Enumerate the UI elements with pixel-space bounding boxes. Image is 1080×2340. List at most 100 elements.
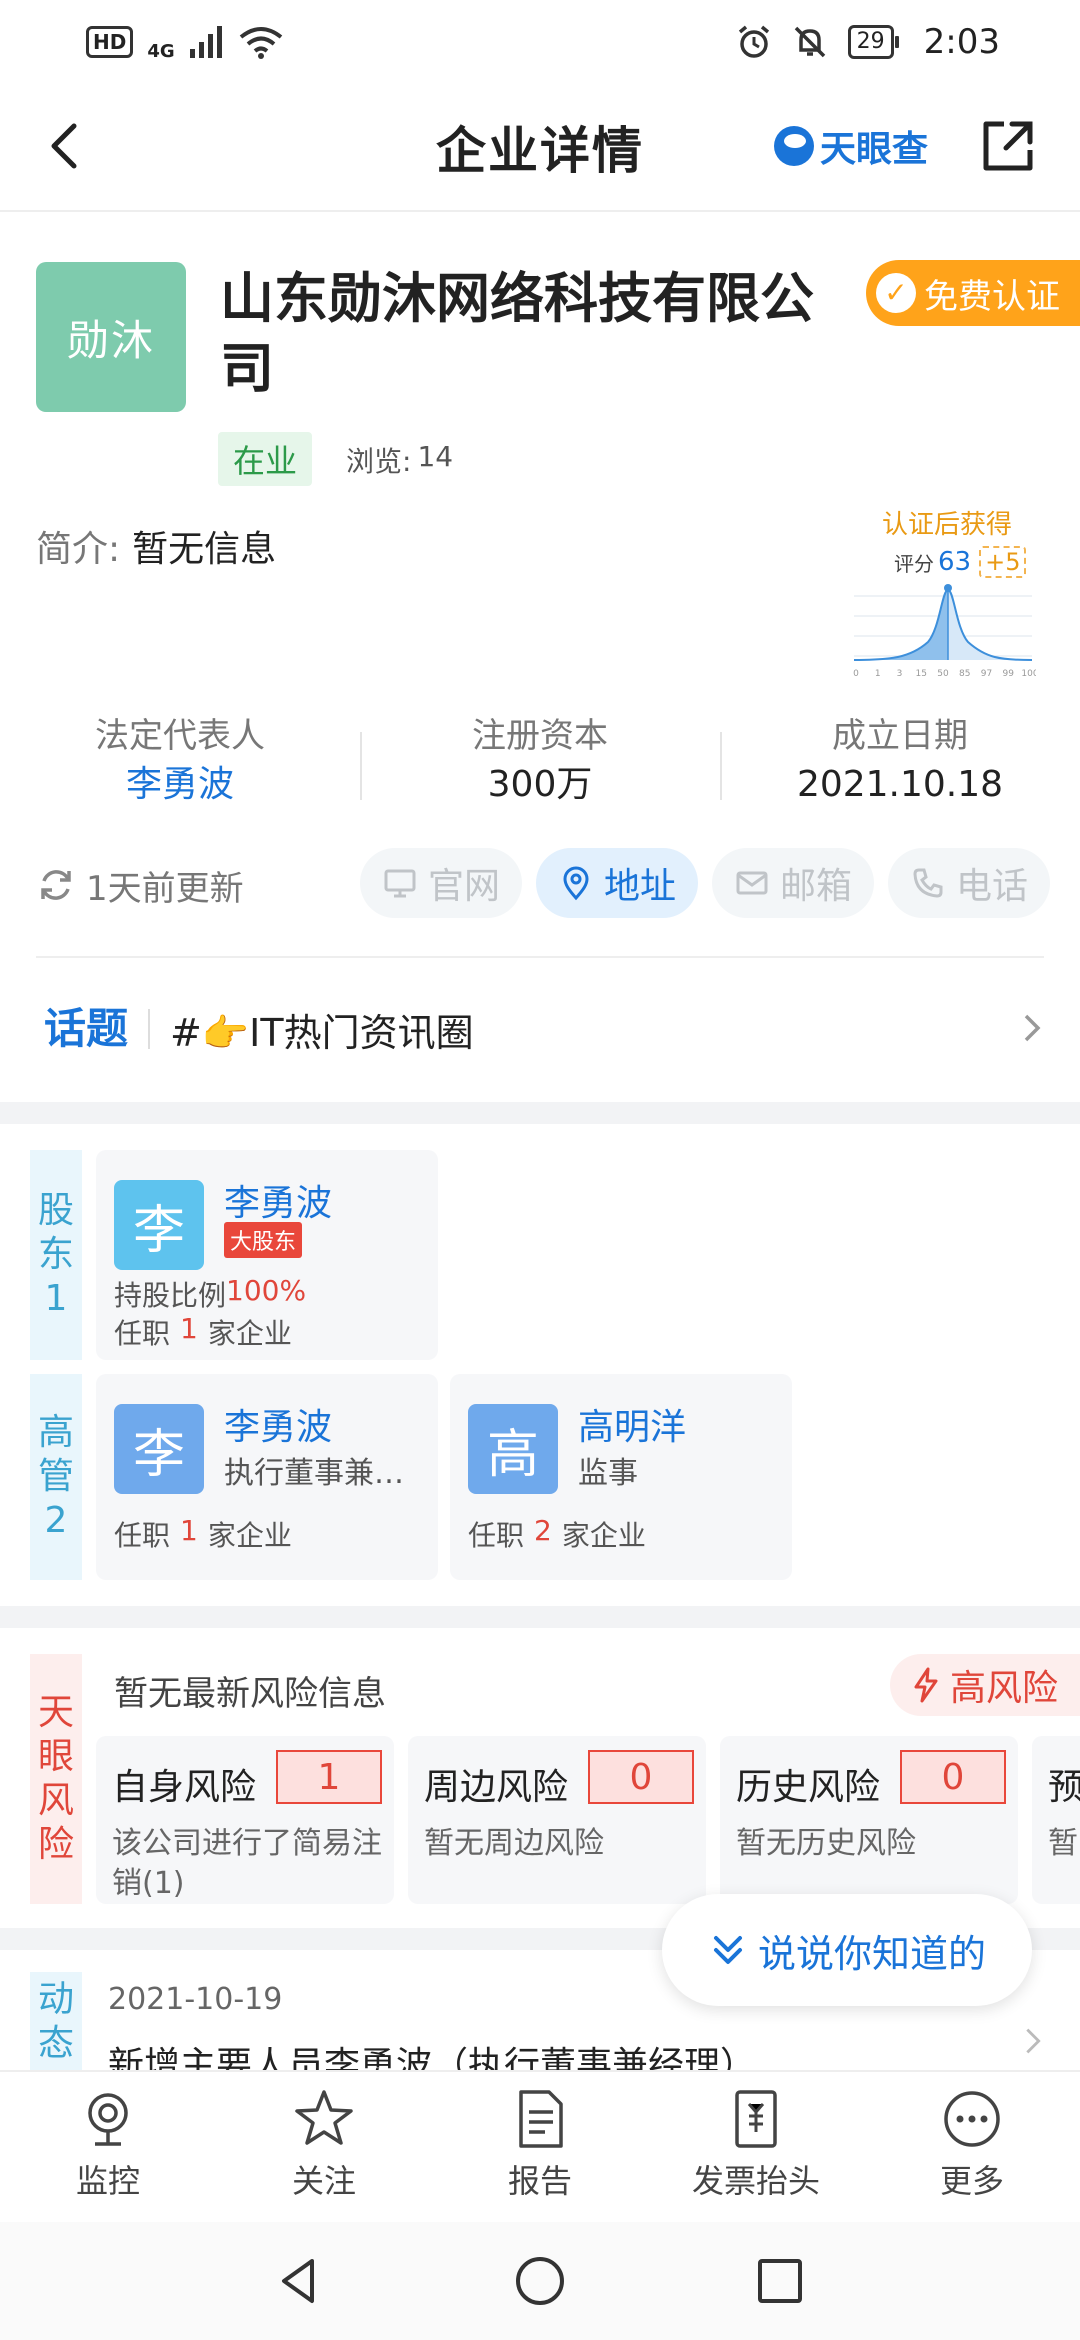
float-label: 说说你知道的 bbox=[757, 1931, 986, 1976]
side-char: 1 bbox=[44, 1278, 68, 1319]
chip-label: 地址 bbox=[604, 866, 677, 907]
topic-text: #👉IT热门资讯圈 bbox=[170, 1010, 474, 1055]
share-ratio: 持股比例 100% bbox=[114, 1274, 306, 1314]
share-icon[interactable] bbox=[976, 114, 1040, 178]
chip-email[interactable]: 邮箱 bbox=[712, 848, 875, 918]
risk-heading: 暂无最新风险信息 bbox=[114, 1674, 386, 1714]
monitor-camera-icon bbox=[88, 2093, 128, 2146]
ratio-value: 100% bbox=[226, 1274, 307, 1307]
manager-card[interactable]: 李 李勇波 执行董事兼… 任职 1 家企业 bbox=[96, 1374, 438, 1580]
verify-label: 免费认证 bbox=[924, 276, 1060, 317]
free-verify-button[interactable]: ✓ 免费认证 bbox=[866, 260, 1080, 326]
jobs-count: 2 bbox=[534, 1514, 552, 1547]
chevron-right-icon bbox=[1026, 2028, 1041, 2054]
stat-label: 成立日期 bbox=[832, 716, 968, 756]
risk-card-nearby[interactable]: 周边风险 0 暂无周边风险 bbox=[408, 1736, 706, 1904]
monitor-icon bbox=[384, 869, 416, 898]
action-more[interactable]: 更多 bbox=[864, 2072, 1080, 2222]
risk-title: 历史风险 bbox=[736, 1767, 881, 1808]
side-char: 险 bbox=[37, 1824, 74, 1865]
action-monitor[interactable]: 监控 bbox=[0, 2072, 216, 2222]
score-line: 评分 63 +5 bbox=[894, 546, 1027, 578]
manager-card[interactable]: 高 高明洋 监事 任职 2 家企业 bbox=[450, 1374, 792, 1580]
recents-square-icon[interactable] bbox=[752, 2253, 808, 2309]
dynamics-date: 2021-10-19 bbox=[108, 1982, 283, 2017]
intro-value: 暂无信息 bbox=[132, 529, 277, 570]
back-triangle-icon[interactable] bbox=[272, 2253, 328, 2309]
score-bonus: +5 bbox=[979, 546, 1027, 578]
more-dots-icon bbox=[944, 2091, 1000, 2147]
stat-label: 注册资本 bbox=[472, 716, 608, 756]
chip-phone[interactable]: 电话 bbox=[888, 848, 1051, 918]
avatar: 李 bbox=[114, 1180, 204, 1270]
action-label: 监控 bbox=[75, 2162, 140, 2200]
action-label: 发票抬头 bbox=[691, 2162, 820, 2200]
lightning-icon bbox=[914, 1667, 938, 1703]
job-count: 任职 1 家企业 bbox=[114, 1514, 292, 1554]
person-name[interactable]: 高明洋 bbox=[578, 1398, 686, 1450]
risk-card-partial[interactable]: 预 暂 bbox=[1032, 1736, 1080, 1904]
contact-chips: 官网 地址 邮箱 电话 bbox=[360, 848, 1051, 918]
topic-row[interactable]: 话题 #👉IT热门资讯圈 bbox=[0, 978, 1080, 1080]
jobs-suffix: 家企业 bbox=[561, 1519, 646, 1552]
score-label: 评分 bbox=[894, 551, 934, 576]
company-logo: 勋沐 bbox=[36, 262, 186, 412]
risk-level: 高风险 bbox=[950, 1668, 1059, 1709]
shareholder-card[interactable]: 李 李勇波 大股东 持股比例 100% 任职 1 家企业 bbox=[96, 1150, 438, 1360]
action-label: 关注 bbox=[291, 2162, 356, 2200]
side-char: 眼 bbox=[37, 1736, 74, 1777]
action-follow[interactable]: 关注 bbox=[216, 2072, 432, 2222]
person-name[interactable]: 李勇波 bbox=[224, 1398, 332, 1450]
star-icon bbox=[295, 2090, 353, 2145]
back-arrow-icon[interactable] bbox=[34, 114, 98, 178]
action-report[interactable]: 报告 bbox=[432, 2072, 648, 2222]
jobs-count: 1 bbox=[180, 1312, 198, 1345]
legal-rep-link[interactable]: 李勇波 bbox=[0, 760, 360, 810]
signal-icon bbox=[189, 26, 222, 58]
score-axis-tick: 100 bbox=[1021, 669, 1036, 679]
side-char: 股 bbox=[37, 1190, 74, 1231]
section-gap bbox=[0, 1102, 1080, 1124]
system-nav-bar bbox=[0, 2222, 1080, 2340]
risk-side-label[interactable]: 天 眼 风 险 bbox=[30, 1654, 82, 1904]
home-circle-icon[interactable] bbox=[512, 2253, 568, 2309]
score-axis-tick: 99 bbox=[1003, 669, 1015, 679]
action-invoice[interactable]: 发票抬头 bbox=[648, 2072, 864, 2222]
person-role: 监事 bbox=[578, 1456, 638, 1491]
score-axis-tick: 97 bbox=[981, 669, 992, 679]
alarm-icon bbox=[738, 25, 769, 58]
view-count: 浏览: 14 bbox=[346, 440, 453, 480]
share-knowledge-button[interactable]: 说说你知道的 bbox=[662, 1894, 1032, 2006]
side-char: 天 bbox=[37, 1692, 74, 1733]
job-count: 任职 1 家企业 bbox=[114, 1312, 292, 1352]
update-info[interactable]: 1天前更新 bbox=[36, 850, 244, 920]
stat-legal-rep[interactable]: 法定代表人 李勇波 bbox=[0, 712, 360, 822]
avatar: 高 bbox=[468, 1404, 558, 1494]
risk-desc: 暂无周边风险 bbox=[424, 1826, 604, 1861]
score-title: 认证后获得 bbox=[882, 510, 1013, 540]
person-role: 执行董事兼… bbox=[224, 1456, 404, 1491]
management-side-label[interactable]: 高 管 2 bbox=[30, 1374, 82, 1580]
score-axis-tick: 85 bbox=[959, 669, 970, 679]
jobs-prefix: 任职 bbox=[114, 1519, 171, 1552]
score-card[interactable]: 认证后获得 评分 63 +5 0 1 3 15 50 85 97 99 100 bbox=[850, 504, 1036, 680]
risk-card-self[interactable]: 自身风险 1 该公司进行了简易注销(1) bbox=[96, 1736, 394, 1904]
avatar: 李 bbox=[114, 1404, 204, 1494]
risk-level-badge[interactable]: 高风险 bbox=[890, 1654, 1080, 1716]
chip-website[interactable]: 官网 bbox=[360, 848, 523, 918]
score-axis-tick: 15 bbox=[916, 669, 927, 679]
risk-card-history[interactable]: 历史风险 0 暂无历史风险 bbox=[720, 1736, 1018, 1904]
shareholder-side-label[interactable]: 股 东 1 bbox=[30, 1150, 82, 1360]
nav-bar: 企业详情 天眼查 bbox=[0, 84, 1080, 212]
section-gap bbox=[0, 1606, 1080, 1628]
person-name[interactable]: 李勇波 bbox=[224, 1174, 332, 1226]
risk-count: 1 bbox=[276, 1750, 382, 1804]
major-shareholder-badge: 大股东 bbox=[224, 1222, 303, 1258]
battery-indicator: 29 bbox=[847, 25, 899, 59]
company-intro: 简介: 暂无信息 bbox=[36, 520, 276, 572]
dynamics-side-label[interactable]: 动 态 bbox=[30, 1972, 82, 2070]
stat-value: 2021.10.18 bbox=[796, 764, 1004, 805]
chip-address[interactable]: 地址 bbox=[536, 848, 699, 918]
jobs-suffix: 家企业 bbox=[207, 1519, 292, 1552]
score-distribution-chart: 0 1 3 15 50 85 97 99 100 bbox=[853, 584, 1036, 679]
